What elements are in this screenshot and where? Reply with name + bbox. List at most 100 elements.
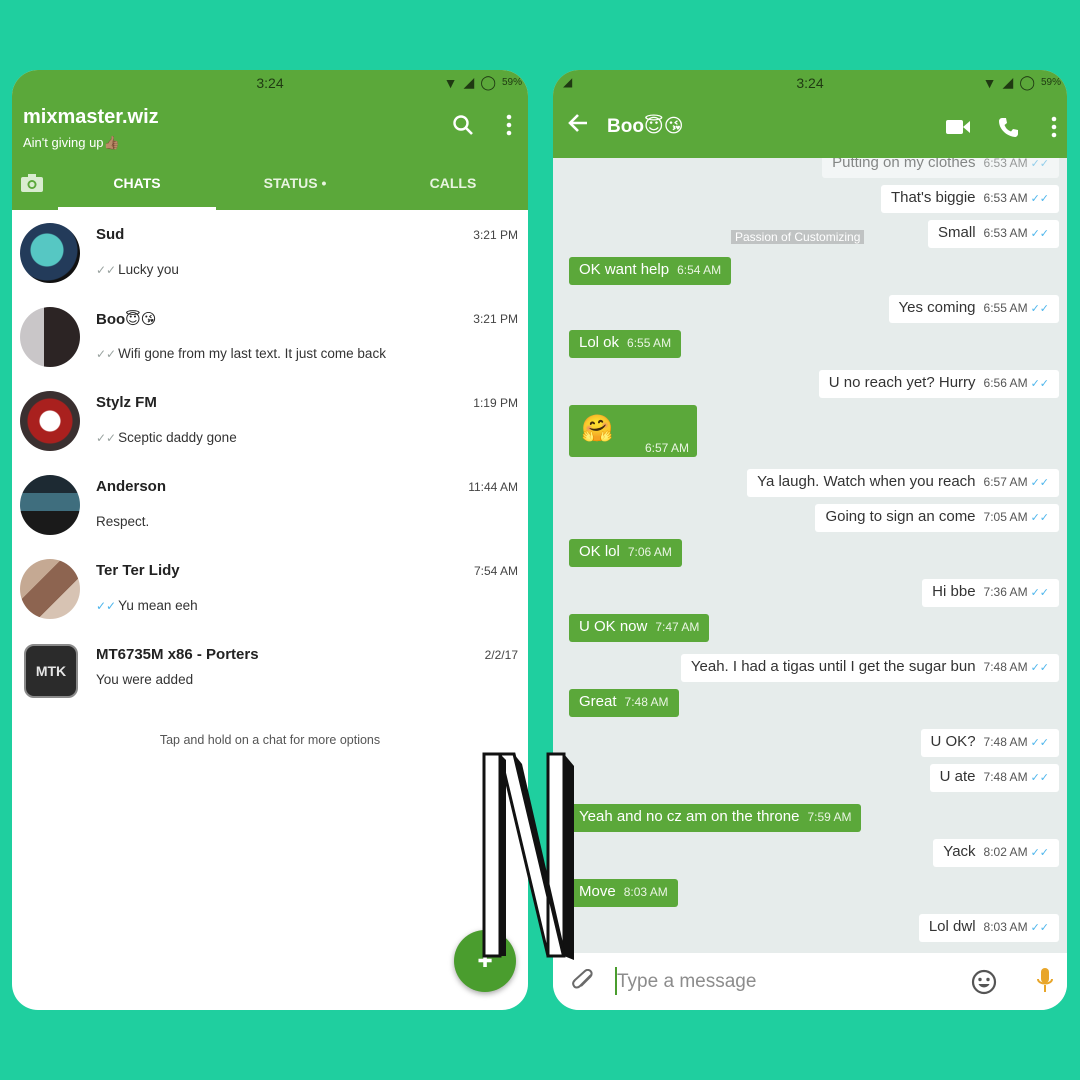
chat-row-stylz-fm[interactable]: Stylz FM 1:19 PM ✓✓ Sceptic daddy gone bbox=[12, 378, 528, 462]
double-tick-read-icon: ✓✓ bbox=[1030, 587, 1049, 599]
chat-row-boo[interactable]: Boo😇😘 3:21 PM ✓✓ Wifi gone from my last t… bbox=[12, 294, 528, 378]
mic-icon[interactable] bbox=[1037, 967, 1053, 1000]
incoming-message[interactable]: Lol ok 6:55 AM bbox=[569, 330, 682, 358]
outgoing-message[interactable]: U OK? 7:48 AM ✓✓ bbox=[920, 729, 1059, 757]
chat-row-sud[interactable]: Sud 3:21 PM ✓✓ Lucky you bbox=[12, 210, 528, 294]
outgoing-message[interactable]: Yack 8:02 AM ✓✓ bbox=[933, 839, 1059, 867]
contact-name[interactable]: Boo😇😘 bbox=[607, 115, 684, 138]
chat-time: 3:21 PM bbox=[473, 228, 518, 242]
outgoing-message[interactable]: U ate 7:48 AM ✓✓ bbox=[929, 764, 1059, 792]
incoming-message[interactable]: Yeah and no cz am on the throne 7:59 AM bbox=[569, 804, 862, 832]
message-text: Great bbox=[579, 693, 617, 710]
phone-icon[interactable] bbox=[997, 116, 1019, 142]
tab-calls[interactable]: CALLS bbox=[374, 168, 528, 210]
chat-time: 1:19 PM bbox=[473, 396, 518, 410]
chat-row-ter-ter-lidy[interactable]: Ter Ter Lidy 7:54 AM ✓✓ Yu mean eeh bbox=[12, 546, 528, 630]
outgoing-message[interactable]: Yes coming 6:55 AM ✓✓ bbox=[888, 295, 1059, 323]
outgoing-message[interactable]: Putting on my clothes 6:53 AM ✓✓ bbox=[822, 158, 1059, 178]
chat-preview: ✓✓ Wifi gone from my last text. It just c… bbox=[96, 346, 386, 361]
chat-row-mt6735m-porters[interactable]: MTK MT6735M x86 - Porters 2/2/17 You wer… bbox=[12, 630, 528, 714]
data-saver-icon: ◯ bbox=[480, 74, 496, 90]
message-time: 6:55 AM bbox=[627, 336, 672, 350]
app-indicator-icon: ◢ bbox=[563, 75, 573, 89]
double-tick-read-icon: ✓✓ bbox=[1030, 158, 1049, 170]
status-bar: ◢ 3:24 ▼ ◢ ◯ 59% bbox=[553, 70, 1067, 96]
tab-chats[interactable]: CHATS bbox=[58, 168, 216, 210]
chat-preview: ✓✓ Lucky you bbox=[96, 262, 179, 277]
attach-icon[interactable] bbox=[571, 968, 597, 998]
message-time: 6:57 AM bbox=[983, 475, 1028, 489]
message-time: 7:06 AM bbox=[627, 545, 672, 559]
battery-level: 59% bbox=[501, 77, 522, 88]
avatar bbox=[20, 475, 80, 535]
video-call-icon[interactable] bbox=[945, 118, 971, 140]
message-list[interactable]: Putting on my clothes 6:53 AM ✓✓ That's big… bbox=[553, 158, 1067, 953]
n-logo bbox=[482, 752, 574, 960]
chat-preview-text: Respect. bbox=[96, 514, 150, 529]
message-text: OK want help bbox=[579, 261, 670, 278]
outgoing-message[interactable]: Hi bbe 7:36 AM ✓✓ bbox=[922, 579, 1059, 607]
chat-time: 3:21 PM bbox=[473, 312, 518, 326]
incoming-message[interactable]: Move 8:03 AM bbox=[569, 879, 678, 907]
message-text: Yack bbox=[943, 843, 976, 860]
back-arrow-icon[interactable] bbox=[567, 112, 589, 141]
camera-icon[interactable] bbox=[20, 172, 44, 194]
chat-preview-text: Sceptic daddy gone bbox=[118, 430, 237, 445]
double-tick-read-icon: ✓✓ bbox=[1030, 512, 1049, 524]
message-time: 6:53 AM bbox=[983, 158, 1028, 170]
message-text: Lol dwl bbox=[928, 918, 976, 935]
outgoing-message[interactable]: Yeah. I had a tigas until I get the suga… bbox=[680, 654, 1059, 682]
battery-level: 59% bbox=[1040, 77, 1061, 88]
double-tick-read-icon: ✓✓ bbox=[1030, 847, 1049, 859]
avatar: MTK bbox=[24, 644, 78, 698]
outgoing-message[interactable]: Going to sign an come 7:05 AM ✓✓ bbox=[815, 504, 1059, 532]
outgoing-message[interactable]: Lol dwl 8:03 AM ✓✓ bbox=[918, 914, 1059, 942]
message-time: 7:47 AM bbox=[655, 620, 700, 634]
chat-preview-text: Lucky you bbox=[118, 262, 179, 277]
message-text: That's biggie bbox=[890, 189, 976, 206]
tab-status[interactable]: STATUS • bbox=[216, 168, 374, 210]
incoming-message[interactable]: 🤗 6:57 AM bbox=[569, 405, 697, 457]
message-text: U OK now bbox=[579, 618, 648, 635]
data-saver-icon: ◯ bbox=[1019, 74, 1035, 90]
app-header: mixmaster.wiz Ain't giving up👍🏽 CHATS ST… bbox=[12, 96, 528, 210]
tab-bar: CHATS STATUS • CALLS bbox=[12, 168, 528, 210]
search-icon[interactable] bbox=[452, 114, 474, 140]
chat-name: Boo😇😘 bbox=[96, 311, 157, 328]
chat-row-anderson[interactable]: Anderson 11:44 AM Respect. bbox=[12, 462, 528, 546]
status-time: 3:24 bbox=[796, 75, 824, 91]
message-time: 7:48 AM bbox=[983, 735, 1028, 749]
chat-time: 2/2/17 bbox=[484, 648, 518, 662]
status-icons: ▼ ◢ ◯ 59% bbox=[444, 74, 522, 91]
avatar-label: MTK bbox=[35, 663, 67, 679]
outgoing-message[interactable]: Ya laugh. Watch when you reach 6:57 AM ✓✓ bbox=[747, 469, 1059, 497]
emoji-icon[interactable] bbox=[971, 969, 997, 1000]
message-text: U ate bbox=[939, 768, 976, 785]
wifi-icon: ▼ bbox=[982, 74, 997, 91]
signal-icon: ◢ bbox=[1002, 74, 1014, 90]
message-text: Going to sign an come bbox=[825, 508, 976, 525]
message-text: Ya laugh. Watch when you reach bbox=[757, 473, 976, 490]
more-vert-icon[interactable] bbox=[1051, 116, 1057, 142]
incoming-message[interactable]: U OK now 7:47 AM bbox=[569, 614, 710, 642]
outgoing-message[interactable]: U no reach yet? Hurry 6:56 AM ✓✓ bbox=[818, 370, 1059, 398]
message-time: 7:36 AM bbox=[983, 585, 1028, 599]
message-text: Move bbox=[579, 883, 616, 900]
status-icons: ▼ ◢ ◯ 59% bbox=[983, 74, 1061, 91]
message-time: 6:55 AM bbox=[983, 301, 1028, 315]
avatar bbox=[20, 307, 80, 367]
message-text: Hi bbe bbox=[932, 583, 976, 600]
outgoing-message[interactable]: Small 6:53 AM ✓✓ bbox=[928, 220, 1059, 248]
signal-icon: ◢ bbox=[463, 74, 475, 90]
incoming-message[interactable]: OK lol 7:06 AM bbox=[569, 539, 682, 567]
outgoing-message[interactable]: That's biggie 6:53 AM ✓✓ bbox=[880, 185, 1059, 213]
incoming-message[interactable]: OK want help 6:54 AM bbox=[569, 257, 732, 285]
message-time: 7:59 AM bbox=[807, 810, 852, 824]
chat-name: Sud bbox=[96, 226, 125, 243]
message-input[interactable]: Type a message bbox=[617, 971, 756, 993]
chat-time: 7:54 AM bbox=[473, 564, 518, 578]
message-text: 🤗 bbox=[581, 413, 614, 443]
incoming-message[interactable]: Great 7:48 AM bbox=[569, 689, 679, 717]
message-time: 8:03 AM bbox=[983, 920, 1028, 934]
more-vert-icon[interactable] bbox=[506, 114, 512, 140]
